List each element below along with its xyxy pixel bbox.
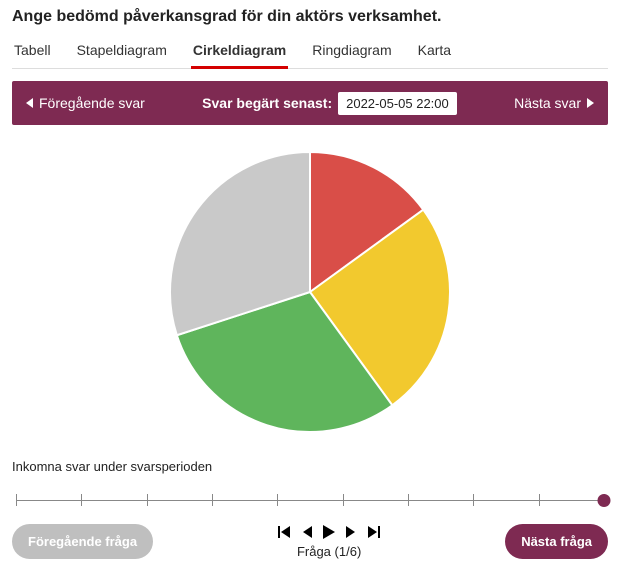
tab-stapeldiagram[interactable]: Stapeldiagram	[75, 36, 169, 68]
slider-tick	[81, 494, 82, 506]
answer-nav-banner: Föregående svar Svar begärt senast: 2022…	[12, 81, 608, 125]
prev-question-button[interactable]: Föregående fråga	[12, 524, 153, 559]
footer-controls: Föregående fråga Fråg	[12, 524, 608, 559]
prev-answer-button[interactable]: Föregående svar	[12, 95, 159, 111]
arrow-right-icon	[587, 98, 594, 108]
player: Fråga (1/6)	[277, 524, 381, 559]
question-indicator: Fråga (1/6)	[297, 544, 361, 559]
pie-chart-area	[12, 125, 608, 455]
pie-chart	[165, 147, 455, 437]
slider-tick	[277, 494, 278, 506]
tab-cirkeldiagram[interactable]: Cirkeldiagram	[191, 36, 288, 68]
tab-ringdiagram[interactable]: Ringdiagram	[310, 36, 393, 68]
step-forward-icon[interactable]	[343, 524, 359, 540]
slider-tick	[539, 494, 540, 506]
next-question-button[interactable]: Nästa fråga	[505, 524, 608, 559]
tab-tabell[interactable]: Tabell	[12, 36, 53, 68]
tab-karta[interactable]: Karta	[416, 36, 453, 68]
play-icon[interactable]	[321, 524, 337, 540]
arrow-left-icon	[26, 98, 33, 108]
skip-end-icon[interactable]	[365, 524, 381, 540]
slider-tick	[343, 494, 344, 506]
time-slider[interactable]	[16, 488, 604, 514]
slider-tick	[408, 494, 409, 506]
next-answer-button[interactable]: Nästa svar	[500, 95, 608, 111]
page-title: Ange bedömd påverkansgrad för din aktörs…	[12, 8, 608, 26]
slider-track	[16, 500, 604, 501]
step-back-icon[interactable]	[299, 524, 315, 540]
slider-handle[interactable]	[598, 494, 611, 507]
next-answer-label: Nästa svar	[514, 95, 581, 111]
chart-caption: Inkomna svar under svarsperioden	[12, 459, 608, 474]
deadline-value: 2022-05-05 22:00	[338, 92, 457, 115]
prev-answer-label: Föregående svar	[39, 95, 145, 111]
deadline-label: Svar begärt senast:	[202, 95, 332, 111]
tabs: Tabell Stapeldiagram Cirkeldiagram Ringdiag…	[12, 36, 608, 69]
slider-tick	[16, 494, 17, 506]
deadline-display: Svar begärt senast: 2022-05-05 22:00	[159, 92, 500, 115]
slider-tick	[147, 494, 148, 506]
slider-tick	[473, 494, 474, 506]
slider-tick	[212, 494, 213, 506]
skip-start-icon[interactable]	[277, 524, 293, 540]
